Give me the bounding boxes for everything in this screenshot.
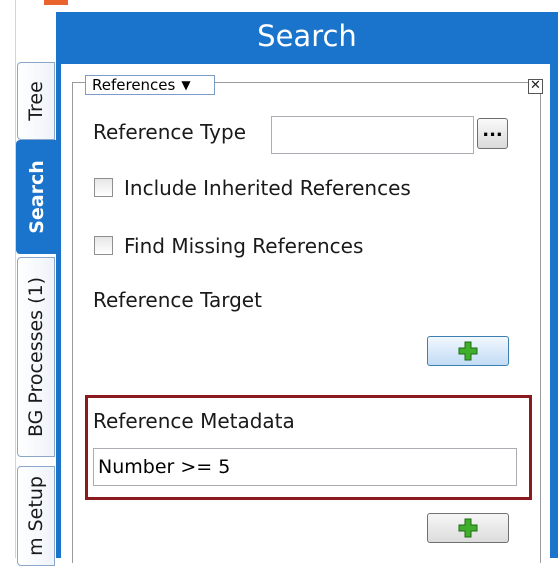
reference-type-browse-button[interactable]: ...	[477, 118, 508, 149]
reference-metadata-label: Reference Metadata	[93, 409, 295, 433]
include-inherited-label: Include Inherited References	[124, 176, 411, 200]
search-type-dropdown[interactable]: References ▼	[85, 75, 215, 95]
tab-tree[interactable]: Tree	[17, 62, 55, 140]
plus-icon	[458, 341, 478, 361]
reference-target-label: Reference Target	[93, 288, 262, 312]
tab-bg-processes[interactable]: BG Processes (1)	[17, 257, 55, 457]
reference-type-label: Reference Type	[93, 120, 247, 144]
tab-system-setup[interactable]: m Setup	[17, 466, 55, 566]
add-reference-metadata-button[interactable]	[427, 513, 509, 543]
panel-title: Search	[257, 19, 357, 53]
caret-down-icon: ▼	[181, 78, 191, 92]
search-panel: Search References ▼ ✕ Reference Type ...…	[56, 12, 558, 563]
close-icon[interactable]: ✕	[528, 79, 543, 94]
tab-bg-processes-label: BG Processes (1)	[25, 276, 47, 438]
search-type-value: References	[92, 76, 176, 94]
tab-search[interactable]: Search	[16, 140, 58, 254]
find-missing-label: Find Missing References	[124, 234, 364, 258]
search-panel-body: References ▼ ✕ Reference Type ... Includ…	[61, 64, 550, 563]
reference-metadata-input[interactable]	[93, 448, 517, 486]
add-reference-target-button[interactable]	[427, 336, 509, 366]
tab-search-label: Search	[26, 160, 48, 234]
tab-system-setup-label: m Setup	[25, 476, 48, 556]
include-inherited-checkbox[interactable]	[94, 178, 113, 197]
plus-icon	[458, 518, 478, 538]
find-missing-checkbox[interactable]	[94, 236, 113, 255]
app-accent-mark	[44, 0, 68, 5]
left-rail	[0, 0, 16, 558]
reference-type-input[interactable]	[271, 116, 474, 154]
tab-tree-label: Tree	[25, 81, 47, 121]
